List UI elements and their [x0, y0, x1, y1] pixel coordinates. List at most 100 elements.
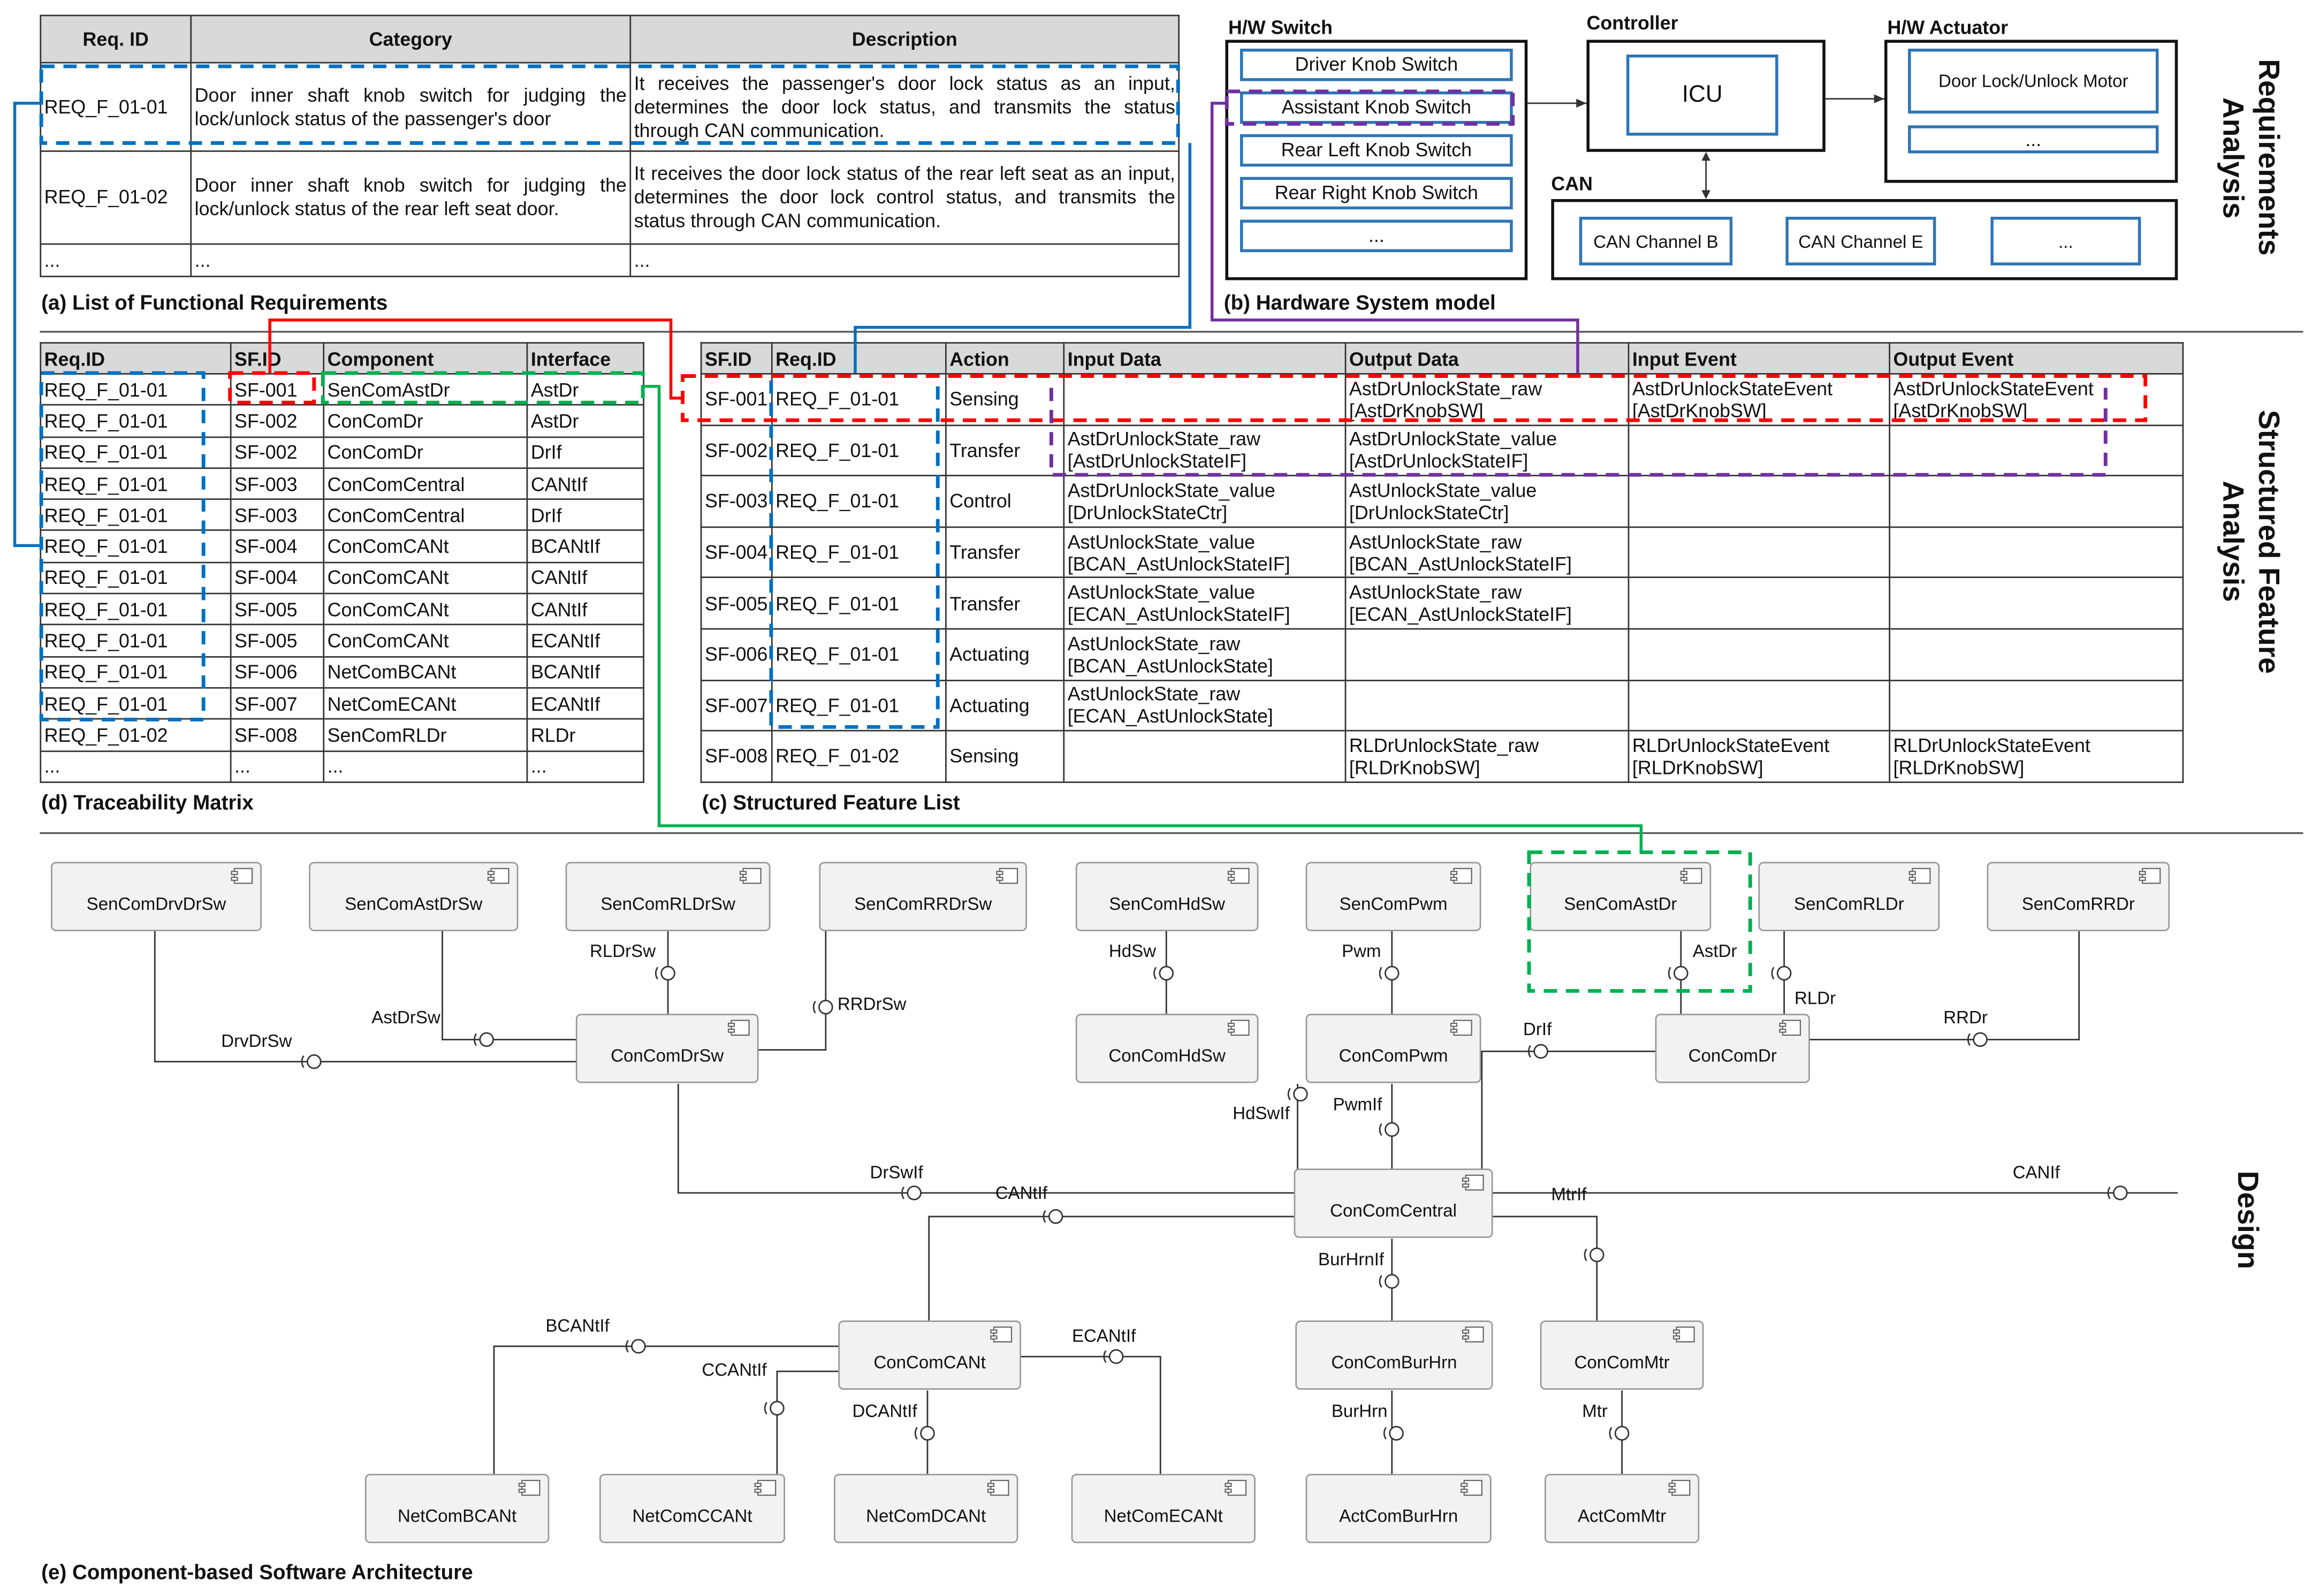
- component-netcomccant[interactable]: NetComCCANt: [599, 1473, 786, 1544]
- component-icon: [1227, 1020, 1250, 1036]
- component-concomdr[interactable]: ConComDr: [1655, 1014, 1810, 1083]
- purple-trace-box-switch: [1225, 89, 1515, 126]
- component-sencomastdr[interactable]: SenComAstDr: [1530, 862, 1712, 931]
- component-actcommtr[interactable]: ActComMtr: [1544, 1473, 1700, 1544]
- component-icon: [487, 868, 509, 884]
- component-sencomdrvdrsw[interactable]: SenComDrvDrSw: [51, 862, 262, 931]
- component-concomhdsw[interactable]: ConComHdSw: [1075, 1014, 1259, 1083]
- interface-drif: DrIf: [1523, 1020, 1552, 1059]
- component-sencomrrdr[interactable]: SenComRRDr: [1987, 862, 2170, 931]
- interface-label: DrSwIf: [870, 1162, 924, 1182]
- lollipop-socket-icon: [1379, 966, 1400, 981]
- component-actcomburhrn[interactable]: ActComBurHrn: [1305, 1473, 1492, 1544]
- figure: Requirements Analysis Structured Feature…: [0, 0, 2312, 1595]
- interface-rldrsw: RLDrSw: [590, 941, 675, 981]
- component-icon: [1450, 868, 1472, 884]
- interface-label: MtrIf: [1551, 1185, 1587, 1205]
- component-label: ConComMtr: [1575, 1353, 1670, 1373]
- component-icon: [1680, 868, 1702, 884]
- component-icon: [1779, 1020, 1801, 1036]
- component-icon: [2139, 868, 2161, 884]
- component-label: ConComDrSw: [611, 1046, 724, 1066]
- component-label: SenComRLDr: [1794, 894, 1904, 914]
- component-label: ConComHdSw: [1108, 1046, 1226, 1066]
- component-concompwm[interactable]: ConComPwm: [1305, 1014, 1481, 1083]
- component-label: NetComCCANt: [633, 1506, 752, 1526]
- green-trace-box-matrix: [321, 371, 645, 405]
- blue-trace-link: [13, 102, 1192, 548]
- lollipop-socket-icon: [1379, 1274, 1400, 1289]
- component-concommtr[interactable]: ConComMtr: [1540, 1320, 1704, 1390]
- component-icon: [231, 868, 253, 884]
- lollipop-socket-icon: [1609, 1426, 1630, 1441]
- component-label: ConComCentral: [1330, 1201, 1457, 1221]
- interface-rrdr: RRDr: [1943, 1008, 1988, 1047]
- interface-label: Mtr: [1582, 1402, 1608, 1422]
- lollipop-socket-icon: [1153, 966, 1174, 981]
- component-label: SenComRRDrSw: [854, 894, 992, 914]
- interface-label: BurHrnIf: [1318, 1250, 1385, 1270]
- component-sencomhdsw[interactable]: SenComHdSw: [1075, 862, 1259, 931]
- lollipop-socket-icon: [1584, 1247, 1604, 1263]
- interface-label: RRDrSw: [838, 994, 907, 1014]
- hw-arrows: [1527, 98, 1885, 195]
- component-netcomdcant[interactable]: NetComDCANt: [834, 1473, 1018, 1544]
- interface-label: HdSwIf: [1233, 1104, 1290, 1123]
- component-concomcentral[interactable]: ConComCentral: [1294, 1168, 1493, 1238]
- component-netcomecant[interactable]: NetComECANt: [1071, 1473, 1256, 1544]
- interface-astdrsw: AstDrSw: [371, 1008, 494, 1047]
- component-netcombcant[interactable]: NetComBCANt: [364, 1473, 550, 1544]
- interface-label: CANtIf: [995, 1183, 1048, 1203]
- component-label: ConComCANt: [873, 1353, 985, 1373]
- interface-bcantif: BCANtIf: [545, 1316, 646, 1354]
- red-trace-box-matrix: [228, 371, 316, 405]
- component-label: SenComRLDrSw: [600, 894, 735, 914]
- lollipop-socket-icon: [1668, 966, 1689, 981]
- component-label: ConComDr: [1689, 1046, 1777, 1066]
- component-icon: [990, 1326, 1013, 1343]
- component-sencomrldrsw[interactable]: SenComRLDrSw: [565, 862, 771, 931]
- red-trace-box-features: [681, 374, 2148, 422]
- interface-label: PwmIf: [1333, 1095, 1383, 1115]
- component-sencomastdrsw[interactable]: SenComAstDrSw: [309, 862, 519, 931]
- component-label: SenComAstDr: [1564, 894, 1677, 914]
- component-label: SenComDrvDrSw: [87, 894, 226, 914]
- component-concomburhrn[interactable]: ConComBurHrn: [1295, 1320, 1493, 1390]
- interface-ccantif: CCANtIf: [702, 1361, 785, 1416]
- interface-hdswif: HdSwIf: [1233, 1086, 1308, 1123]
- architecture-connectors: [154, 930, 2178, 1475]
- component-label: ConComPwm: [1339, 1046, 1448, 1066]
- interface-label: HdSw: [1109, 941, 1156, 961]
- blue-trace-box-matrix: [39, 371, 206, 721]
- interface-label: DCANtIf: [852, 1402, 917, 1422]
- component-label: SenComPwm: [1340, 894, 1448, 914]
- component-icon: [727, 1020, 750, 1036]
- lollipop-socket-icon: [914, 1426, 935, 1441]
- lollipop-socket-icon: [655, 966, 675, 981]
- component-sencomrrdrsw[interactable]: SenComRRDrSw: [819, 862, 1027, 931]
- component-label: NetComECANt: [1104, 1506, 1223, 1526]
- interface-ecantif: ECANtIf: [1072, 1326, 1136, 1364]
- component-icon: [1462, 1326, 1484, 1343]
- component-sencompwm[interactable]: SenComPwm: [1305, 862, 1481, 931]
- interface-label: Pwm: [1342, 941, 1381, 961]
- separators: [40, 331, 2303, 834]
- interface-label: AstDrSw: [371, 1008, 440, 1028]
- component-concomdrsw[interactable]: ConComDrSw: [575, 1014, 759, 1083]
- interface-drswif: DrSwIf: [870, 1162, 924, 1200]
- component-icon: [1450, 1020, 1472, 1036]
- interface-mtrif: MtrIf: [1551, 1185, 1604, 1263]
- component-sencomrldr[interactable]: SenComRLDr: [1758, 862, 1940, 931]
- component-icon: [1672, 1326, 1695, 1343]
- component-icon: [996, 868, 1018, 884]
- component-label: ActComMtr: [1578, 1506, 1666, 1526]
- component-concomcant[interactable]: ConComCANt: [838, 1320, 1021, 1390]
- interface-pwm: Pwm: [1342, 941, 1400, 981]
- purple-trace-box-features: [1049, 387, 2108, 477]
- component-icon: [987, 1480, 1009, 1496]
- interface-rldr: RLDr: [1771, 966, 1836, 1008]
- component-icon: [1227, 868, 1250, 884]
- interface-dcantif: DCANtIf: [852, 1402, 935, 1441]
- diagram-overlay: SenComDrvDrSw SenComAstDrSw SenComRLDrSw Se…: [13, 64, 2303, 1544]
- component-label: SenComAstDrSw: [345, 894, 482, 914]
